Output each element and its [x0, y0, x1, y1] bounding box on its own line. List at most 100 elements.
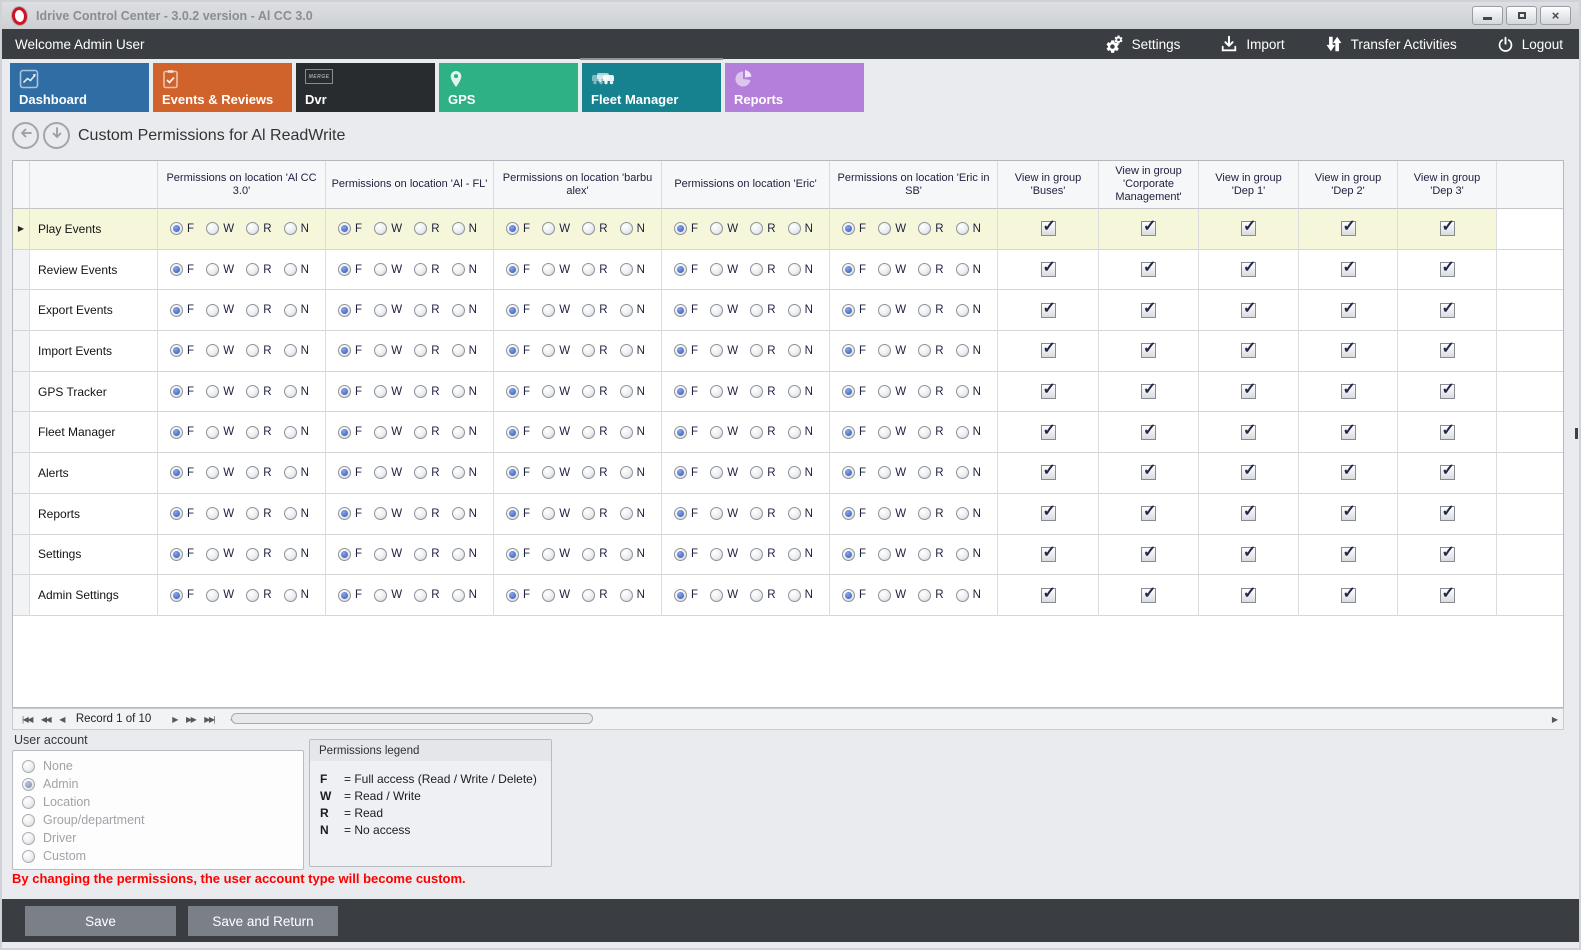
radio-n[interactable] [956, 507, 969, 520]
radio-f[interactable] [674, 589, 687, 602]
radio-n[interactable] [956, 385, 969, 398]
radio-w[interactable] [206, 426, 219, 439]
group-view-checkbox[interactable] [1041, 465, 1056, 480]
radio-w[interactable] [374, 385, 387, 398]
radio-r[interactable] [582, 304, 595, 317]
radio-w[interactable] [710, 466, 723, 479]
group-view-checkbox[interactable] [1241, 506, 1256, 521]
radio-n[interactable] [284, 589, 297, 602]
radio-n[interactable] [788, 589, 801, 602]
group-view-checkbox[interactable] [1440, 221, 1455, 236]
group-view-checkbox[interactable] [1041, 221, 1056, 236]
radio-r[interactable] [582, 507, 595, 520]
radio-n[interactable] [788, 507, 801, 520]
group-view-checkbox[interactable] [1241, 588, 1256, 603]
radio-r[interactable] [582, 466, 595, 479]
maximize-button[interactable] [1506, 6, 1537, 25]
radio-n[interactable] [284, 426, 297, 439]
radio-f[interactable] [170, 222, 183, 235]
radio-r[interactable] [414, 548, 427, 561]
radio-w[interactable] [542, 589, 555, 602]
radio-f[interactable] [338, 344, 351, 357]
radio-r[interactable] [246, 304, 259, 317]
radio-w[interactable] [206, 507, 219, 520]
group-view-checkbox[interactable] [1440, 547, 1455, 562]
radio-f[interactable] [338, 548, 351, 561]
radio-n[interactable] [956, 222, 969, 235]
radio-n[interactable] [620, 466, 633, 479]
radio-r[interactable] [918, 589, 931, 602]
radio-w[interactable] [710, 222, 723, 235]
radio-f[interactable] [674, 426, 687, 439]
radio-w[interactable] [878, 507, 891, 520]
radio-r[interactable] [414, 222, 427, 235]
radio-r[interactable] [582, 263, 595, 276]
tab-events-reviews[interactable]: Events & Reviews [153, 63, 292, 112]
transfer-activities-button[interactable]: Transfer Activities [1325, 35, 1457, 53]
radio-n[interactable] [284, 222, 297, 235]
radio-f[interactable] [842, 426, 855, 439]
radio-r[interactable] [918, 344, 931, 357]
group-view-checkbox[interactable] [1440, 384, 1455, 399]
group-view-checkbox[interactable] [1241, 303, 1256, 318]
group-view-checkbox[interactable] [1341, 547, 1356, 562]
radio-r[interactable] [414, 507, 427, 520]
radio-w[interactable] [710, 263, 723, 276]
radio-n[interactable] [284, 263, 297, 276]
radio-n[interactable] [788, 548, 801, 561]
group-column-header[interactable]: View in group 'Buses' [998, 161, 1099, 209]
close-button[interactable]: × [1540, 6, 1571, 25]
radio-r[interactable] [246, 385, 259, 398]
radio-n[interactable] [788, 466, 801, 479]
down-button[interactable] [43, 122, 70, 149]
minimize-button[interactable] [1472, 6, 1503, 25]
radio-f[interactable] [674, 344, 687, 357]
tab-gps[interactable]: GPS [439, 63, 578, 112]
radio-n[interactable] [788, 263, 801, 276]
group-view-checkbox[interactable] [1141, 425, 1156, 440]
radio-r[interactable] [582, 426, 595, 439]
radio-r[interactable] [750, 589, 763, 602]
radio-w[interactable] [374, 263, 387, 276]
radio-w[interactable] [878, 385, 891, 398]
radio-n[interactable] [452, 426, 465, 439]
radio-f[interactable] [842, 344, 855, 357]
radio-w[interactable] [542, 344, 555, 357]
radio-n[interactable] [620, 385, 633, 398]
radio-r[interactable] [918, 466, 931, 479]
radio-f[interactable] [506, 548, 519, 561]
radio-n[interactable] [620, 548, 633, 561]
account-type-radio-group-department[interactable] [22, 814, 35, 827]
radio-w[interactable] [374, 548, 387, 561]
radio-f[interactable] [170, 589, 183, 602]
tab-dashboard[interactable]: Dashboard [10, 63, 149, 112]
radio-n[interactable] [620, 263, 633, 276]
radio-f[interactable] [506, 263, 519, 276]
radio-r[interactable] [414, 589, 427, 602]
radio-f[interactable] [506, 507, 519, 520]
radio-f[interactable] [170, 304, 183, 317]
group-view-checkbox[interactable] [1241, 465, 1256, 480]
group-view-checkbox[interactable] [1440, 425, 1455, 440]
radio-r[interactable] [750, 385, 763, 398]
radio-f[interactable] [674, 304, 687, 317]
radio-w[interactable] [542, 548, 555, 561]
account-type-radio-custom[interactable] [22, 850, 35, 863]
account-type-radio-driver[interactable] [22, 832, 35, 845]
save-and-return-button[interactable]: Save and Return [188, 906, 338, 936]
radio-w[interactable] [206, 589, 219, 602]
radio-n[interactable] [620, 222, 633, 235]
radio-f[interactable] [506, 466, 519, 479]
radio-n[interactable] [788, 304, 801, 317]
back-button[interactable] [12, 122, 39, 149]
radio-f[interactable] [338, 385, 351, 398]
radio-w[interactable] [374, 344, 387, 357]
radio-f[interactable] [338, 507, 351, 520]
group-view-checkbox[interactable] [1241, 547, 1256, 562]
radio-n[interactable] [956, 304, 969, 317]
radio-n[interactable] [956, 466, 969, 479]
radio-r[interactable] [750, 304, 763, 317]
radio-w[interactable] [710, 385, 723, 398]
radio-f[interactable] [506, 304, 519, 317]
radio-r[interactable] [918, 263, 931, 276]
